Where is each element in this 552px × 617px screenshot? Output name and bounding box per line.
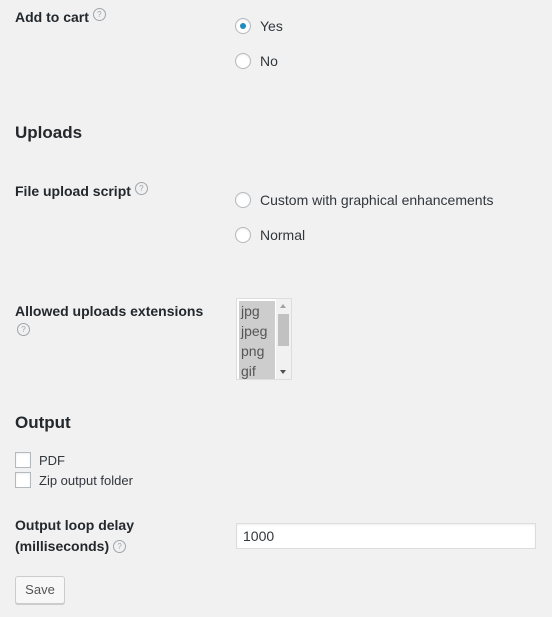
scroll-down-arrow-icon[interactable] xyxy=(280,370,286,374)
zip-output-checkbox[interactable] xyxy=(15,472,31,488)
scroll-up-arrow-icon[interactable] xyxy=(280,304,286,308)
add-to-cart-no-option[interactable]: No xyxy=(235,53,278,69)
listbox-scrollbar[interactable] xyxy=(276,299,291,379)
loop-delay-input[interactable]: 1000 xyxy=(236,523,536,549)
upload-script-custom-option[interactable]: Custom with graphical enhancements xyxy=(235,192,493,208)
upload-script-custom-radio[interactable] xyxy=(235,192,251,208)
output-heading: Output xyxy=(15,413,71,432)
help-icon[interactable]: ? xyxy=(17,323,30,336)
uploads-heading: Uploads xyxy=(15,123,83,142)
upload-script-normal-radio[interactable] xyxy=(235,227,251,243)
file-upload-script-label-text: File upload script xyxy=(15,183,131,199)
allowed-extensions-listbox[interactable]: jpg jpeg png gif xyxy=(236,298,292,380)
add-to-cart-label-text: Add to cart xyxy=(15,9,89,25)
output-loop-delay-label: Output loop delay (milliseconds)? xyxy=(15,515,134,557)
scroll-thumb[interactable] xyxy=(278,314,289,346)
allowed-extensions-label-text: Allowed uploads extensions xyxy=(15,303,204,319)
file-upload-script-label: File upload script? xyxy=(15,181,148,202)
zip-output-label[interactable]: Zip output folder xyxy=(39,473,133,488)
pdf-label[interactable]: PDF xyxy=(39,453,65,468)
loop-delay-label-line1: Output loop delay xyxy=(15,517,134,533)
save-button[interactable]: Save xyxy=(15,576,65,604)
add-to-cart-label: Add to cart? xyxy=(15,7,106,28)
zip-output-option[interactable]: Zip output folder xyxy=(15,472,133,488)
upload-script-normal-option[interactable]: Normal xyxy=(235,227,305,243)
loop-delay-label-line2: (milliseconds) xyxy=(15,538,110,554)
pdf-option[interactable]: PDF xyxy=(15,452,65,468)
extension-option-png[interactable]: png xyxy=(239,341,275,361)
upload-script-custom-label[interactable]: Custom with graphical enhancements xyxy=(260,192,493,208)
add-to-cart-no-label[interactable]: No xyxy=(260,53,278,69)
allowed-extensions-label: Allowed uploads extensions ? xyxy=(15,301,215,343)
help-icon[interactable]: ? xyxy=(113,540,127,553)
extension-option-gif[interactable]: gif xyxy=(239,361,275,379)
upload-script-normal-label[interactable]: Normal xyxy=(260,227,305,243)
add-to-cart-yes-radio[interactable] xyxy=(235,18,251,34)
help-icon[interactable]: ? xyxy=(134,182,148,195)
extension-option-jpeg[interactable]: jpeg xyxy=(239,321,275,341)
extension-option-jpg[interactable]: jpg xyxy=(239,301,275,321)
add-to-cart-no-radio[interactable] xyxy=(235,53,251,69)
add-to-cart-yes-label[interactable]: Yes xyxy=(260,18,283,34)
pdf-checkbox[interactable] xyxy=(15,452,31,468)
help-icon[interactable]: ? xyxy=(92,8,106,21)
add-to-cart-yes-option[interactable]: Yes xyxy=(235,18,283,34)
